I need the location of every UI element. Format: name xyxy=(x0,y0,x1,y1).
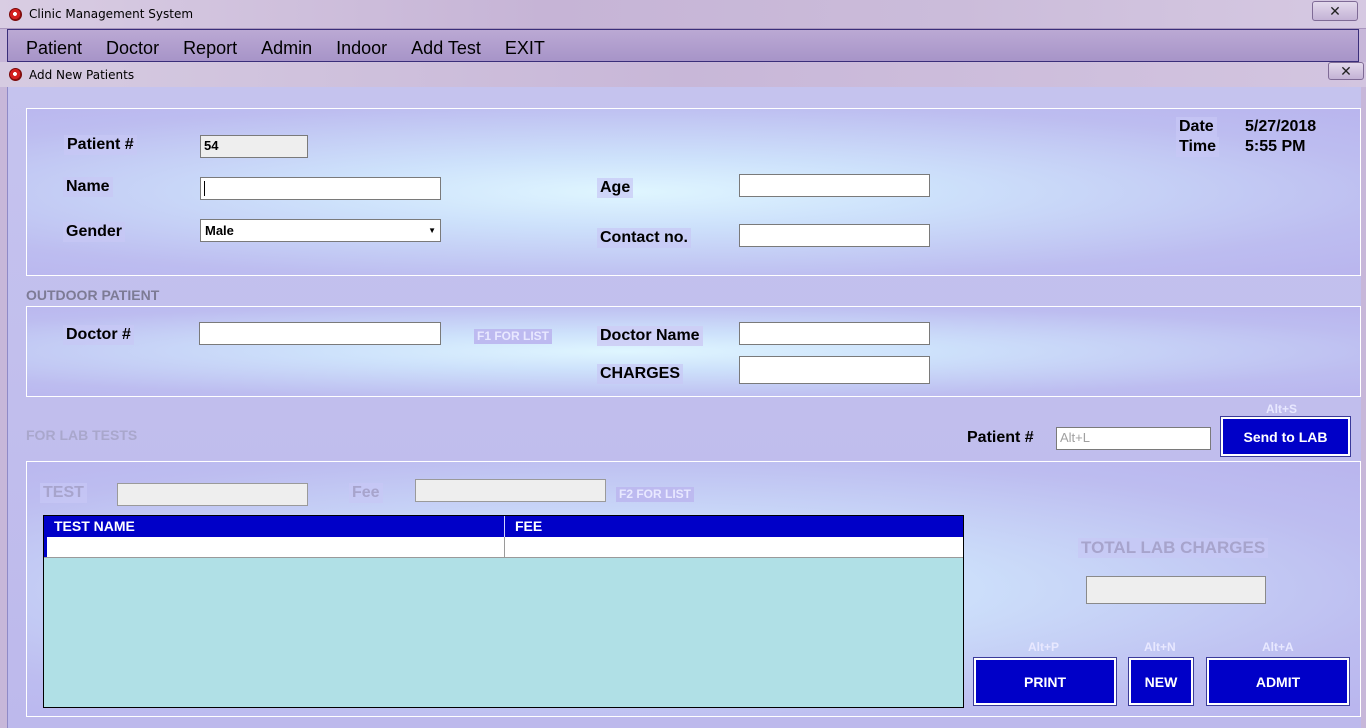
chevron-down-icon: ▼ xyxy=(428,226,436,235)
table-row[interactable] xyxy=(44,537,963,558)
cell-test-name[interactable] xyxy=(47,537,505,557)
app-close-button[interactable]: ✕ xyxy=(1312,1,1358,21)
gender-label: Gender xyxy=(63,222,126,242)
menu-add-test[interactable]: Add Test xyxy=(411,38,481,59)
test-field[interactable] xyxy=(117,483,308,506)
menu-exit[interactable]: EXIT xyxy=(505,38,545,59)
app-logo-icon xyxy=(9,8,22,21)
cell-fee[interactable] xyxy=(505,537,963,557)
lab-patient-no-label: Patient # xyxy=(967,429,1034,446)
form-logo-icon xyxy=(9,68,22,81)
charges-field[interactable] xyxy=(739,356,930,384)
doctor-name-label: Doctor Name xyxy=(597,326,703,346)
menu-doctor[interactable]: Doctor xyxy=(106,38,159,59)
text-cursor xyxy=(204,181,205,197)
print-shortcut-hint: Alt+P xyxy=(1028,640,1060,654)
date-value: 5/27/2018 xyxy=(1245,118,1317,135)
fee-label: Fee xyxy=(349,483,383,503)
gender-select[interactable]: Male ▼ xyxy=(200,219,441,242)
total-lab-charges-field[interactable] xyxy=(1086,576,1266,604)
menu-report[interactable]: Report xyxy=(183,38,237,59)
lab-patient-no-field[interactable]: Alt+L xyxy=(1056,427,1211,450)
outdoor-panel xyxy=(26,306,1361,397)
total-lab-charges-label: TOTAL LAB CHARGES xyxy=(1078,538,1269,558)
outdoor-section-title: OUTDOOR PATIENT xyxy=(26,287,160,303)
gender-value: Male xyxy=(205,223,234,238)
column-header-fee[interactable]: FEE xyxy=(505,516,963,537)
lab-patient-no-placeholder: Alt+L xyxy=(1060,430,1090,445)
app-title: Clinic Management System xyxy=(29,7,194,21)
column-header-test-name[interactable]: TEST NAME xyxy=(44,516,505,537)
print-button[interactable]: PRINT xyxy=(973,657,1117,706)
f2-hint: F2 FOR LIST xyxy=(616,487,694,502)
form-title: Add New Patients xyxy=(29,68,135,82)
contact-label: Contact no. xyxy=(597,228,691,248)
time-label: Time xyxy=(1176,137,1220,157)
name-field[interactable] xyxy=(200,177,441,200)
lab-section-title: FOR LAB TESTS xyxy=(26,427,138,443)
close-icon: ✕ xyxy=(1340,62,1352,79)
send-to-lab-button[interactable]: Send to LAB xyxy=(1220,416,1351,457)
send-shortcut-hint: Alt+S xyxy=(1266,402,1298,416)
form-title-bar: Add New Patients ✕ xyxy=(0,62,1366,87)
menu-patient[interactable]: Patient xyxy=(26,38,82,59)
lab-tests-grid[interactable]: TEST NAME FEE xyxy=(43,515,964,708)
age-field[interactable] xyxy=(739,174,930,197)
fee-field[interactable] xyxy=(415,479,606,502)
admit-button[interactable]: ADMIT xyxy=(1206,657,1350,706)
app-title-bar: Clinic Management System ✕ xyxy=(0,0,1366,29)
new-shortcut-hint: Alt+N xyxy=(1144,640,1176,654)
patient-no-field[interactable]: 54 xyxy=(200,135,308,158)
contact-field[interactable] xyxy=(739,224,930,247)
f1-hint: F1 FOR LIST xyxy=(474,329,552,344)
admit-shortcut-hint: Alt+A xyxy=(1262,640,1294,654)
test-label: TEST xyxy=(40,483,87,503)
menu-indoor[interactable]: Indoor xyxy=(336,38,387,59)
name-label: Name xyxy=(63,177,113,197)
age-label: Age xyxy=(597,178,634,198)
form-close-button[interactable]: ✕ xyxy=(1328,62,1364,80)
grid-header: TEST NAME FEE xyxy=(44,516,963,537)
menu-admin[interactable]: Admin xyxy=(261,38,312,59)
charges-label: CHARGES xyxy=(597,364,684,384)
patient-no-label: Patient # xyxy=(64,135,137,155)
doctor-name-field[interactable] xyxy=(739,322,930,345)
doctor-no-field[interactable] xyxy=(199,322,441,345)
time-value: 5:55 PM xyxy=(1245,138,1306,155)
date-label: Date xyxy=(1176,117,1217,137)
new-button[interactable]: NEW xyxy=(1128,657,1194,706)
close-icon: ✕ xyxy=(1329,2,1341,19)
doctor-no-label: Doctor # xyxy=(63,325,134,345)
menu-bar: Patient Doctor Report Admin Indoor Add T… xyxy=(7,29,1359,62)
